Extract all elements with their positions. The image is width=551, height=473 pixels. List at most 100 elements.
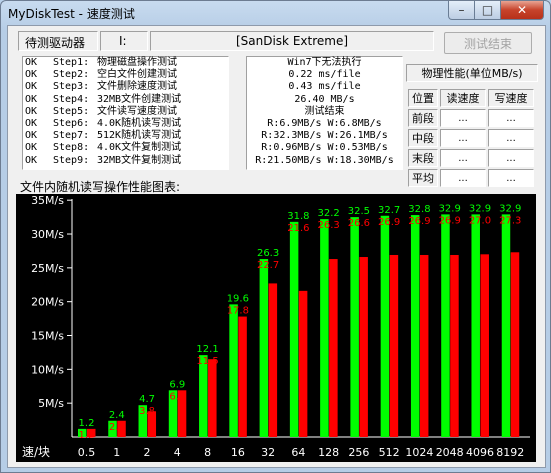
result-line: R:21.50MB/s W:18.30MB/s xyxy=(255,154,394,166)
read-bar xyxy=(471,214,480,437)
write-value-label: 22.7 xyxy=(257,260,279,271)
write-bar xyxy=(298,290,308,437)
step-name: 32MB文件创建测试 xyxy=(97,93,182,105)
step-status: OK xyxy=(25,69,38,81)
step-id: Step8: xyxy=(53,142,90,154)
read-value-label: 4.7 xyxy=(139,394,155,405)
step-name: 32MB文件复制测试 xyxy=(97,154,182,166)
x-tick-label: 4 xyxy=(174,446,181,459)
result-line: 0.22 ms/file xyxy=(288,69,361,81)
write-bar xyxy=(450,254,459,437)
perf-header-pos: 位置 xyxy=(408,89,438,107)
step-row: OK Step9: 32MB文件复制测试 xyxy=(23,155,228,167)
drive-label-box: 待测驱动器 xyxy=(18,31,98,51)
y-tick-label: 10M/s xyxy=(31,363,64,376)
read-bar xyxy=(229,304,238,437)
result-line: Win7下无法执行 xyxy=(287,57,362,68)
read-bar xyxy=(380,215,390,437)
write-value-label: 17.8 xyxy=(227,305,249,316)
read-bar xyxy=(441,214,450,437)
write-bar xyxy=(238,316,247,437)
read-bar xyxy=(501,214,511,437)
close-button[interactable]: ✕ xyxy=(501,1,544,20)
perf-row-pos: 平均 xyxy=(408,169,438,187)
step-row: OK Step1: 物理磁盘操作测试 xyxy=(23,57,228,69)
write-bar xyxy=(268,283,278,437)
perf-table: 位置 读速度 写速度 前段 ... ... 中段 ... ... 末段 ... … xyxy=(406,87,536,189)
perf-header-read: 读速度 xyxy=(440,89,486,107)
read-value-label: 32.2 xyxy=(318,208,340,219)
x-tick-label: 1 xyxy=(113,446,120,459)
read-bar xyxy=(350,217,359,437)
y-tick-label: 20M/s xyxy=(31,296,64,309)
perf-row-write: ... xyxy=(488,129,534,147)
app-window: MyDiskTest - 速度测试 – □ ✕ 待测驱动器 I: [SanDis… xyxy=(0,0,551,473)
read-value-label: 32.8 xyxy=(408,204,430,215)
read-value-label: 32.9 xyxy=(499,203,521,214)
results-panel: Win7下无法执行 0.22 ms/file 0.43 ms/file 26.40 M… xyxy=(246,56,403,170)
step-id: Step5: xyxy=(53,105,90,117)
write-bar xyxy=(510,252,520,437)
perf-row-write: ... xyxy=(488,109,534,127)
write-value-label: 26.9 xyxy=(378,217,400,228)
read-value-label: 12.1 xyxy=(196,344,218,355)
write-bar xyxy=(208,359,217,437)
write-value-label: 26.6 xyxy=(348,218,370,229)
write-bar xyxy=(389,254,399,437)
write-value-label: 1.2 xyxy=(79,430,95,441)
window-controls: – □ ✕ xyxy=(448,1,544,20)
perf-row-pos: 末段 xyxy=(408,149,438,167)
step-row: OK Step2: 空白文件创建测试 xyxy=(23,69,228,81)
write-value-label: 26.9 xyxy=(439,215,461,226)
drive-label: 待测驱动器 xyxy=(25,36,86,50)
read-value-label: 26.3 xyxy=(257,248,279,259)
perf-row-pos: 中段 xyxy=(408,129,438,147)
perf-row-pos: 前段 xyxy=(408,109,438,127)
y-tick-label: 5M/s xyxy=(38,397,64,410)
x-tick-label: 2048 xyxy=(436,446,464,459)
write-value-label: 27.3 xyxy=(499,215,521,226)
drive-name: [SanDisk Extreme] xyxy=(235,34,349,48)
step-name: 4.0K文件复制测试 xyxy=(97,142,182,154)
y-tick-label: 15M/s xyxy=(31,330,64,343)
chart-svg: 5M/s 10M/s 15M/s 20M/s 25M/s 30M/s 35M/s 速/块 1.2… xyxy=(22,194,530,459)
step-status: OK xyxy=(25,81,38,93)
x-tick-label: 128 xyxy=(318,446,339,459)
step-id: Step3: xyxy=(53,81,90,93)
write-bar xyxy=(329,259,338,437)
step-id: Step4: xyxy=(53,93,90,105)
perf-row-write: ... xyxy=(488,149,534,167)
title-bar[interactable]: MyDiskTest - 速度测试 – □ ✕ xyxy=(1,1,550,25)
write-value-label: 2.4 xyxy=(109,422,125,433)
step-id: Step1: xyxy=(53,57,90,68)
client-area: 待测驱动器 I: [SanDisk Extreme] 测试结束 OK Step1:… xyxy=(7,25,546,468)
step-status: OK xyxy=(25,154,38,166)
write-bar xyxy=(359,257,368,437)
read-value-label: 2.4 xyxy=(109,410,125,421)
steps-panel: OK Step1: 物理磁盘操作测试 OK Step2: 空白文件创建测试 OK Step3:… xyxy=(22,56,229,170)
performance-chart: 5M/s 10M/s 15M/s 20M/s 25M/s 30M/s 35M/s 速/块 1.2… xyxy=(16,194,536,462)
drive-letter: I: xyxy=(119,34,127,48)
y-tick-label: 35M/s xyxy=(31,194,64,207)
step-name: 文件读写速度测试 xyxy=(97,105,177,117)
stop-test-button[interactable]: 测试结束 xyxy=(444,32,532,54)
perf-title: 物理性能(单位MB/s) xyxy=(406,64,538,82)
x-tick-label: 512 xyxy=(379,446,400,459)
step-name: 文件删除速度测试 xyxy=(97,81,177,93)
x-tick-label: 8192 xyxy=(496,446,524,459)
maximize-button[interactable]: □ xyxy=(475,1,501,20)
x-tick-label: 2 xyxy=(144,446,151,459)
read-value-label: 32.5 xyxy=(348,206,370,217)
y-tick-label: 25M/s xyxy=(31,262,64,275)
step-name: 4.0K随机读写测试 xyxy=(97,118,182,130)
step-row: OK Step5: 文件读写速度测试 xyxy=(23,106,228,118)
write-bar xyxy=(419,254,429,437)
drive-name-box: [SanDisk Extreme] xyxy=(150,31,434,51)
drive-letter-box: I: xyxy=(100,31,148,51)
x-tick-label: 1024 xyxy=(405,446,433,459)
minimize-button[interactable]: – xyxy=(448,1,475,20)
read-bar xyxy=(320,219,329,437)
step-row: OK Step4: 32MB文件创建测试 xyxy=(23,94,228,106)
x-axis-title: 速/块 xyxy=(22,445,50,459)
step-status: OK xyxy=(25,130,38,142)
